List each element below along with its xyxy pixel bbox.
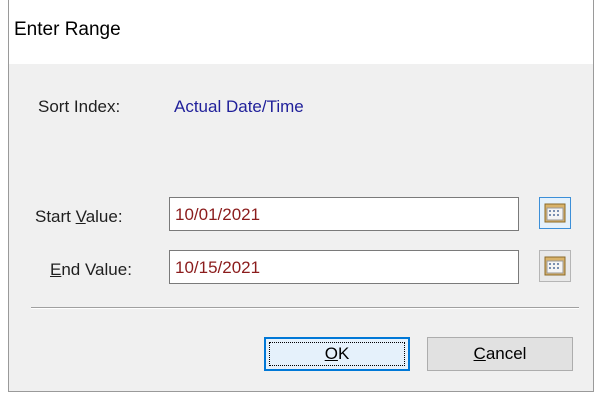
divider [31, 307, 579, 309]
window-title: Enter Range [14, 19, 121, 40]
focus-ring [269, 342, 405, 366]
end-date-picker-button[interactable] [539, 250, 571, 282]
end-value-label: End Value: [50, 260, 132, 279]
enter-range-dialog: Enter Range Sort Index: Actual Date/Time… [8, 0, 594, 392]
start-date-picker-button[interactable] [539, 197, 571, 229]
cancel-button[interactable]: Cancel [427, 337, 573, 371]
sort-index-label: Sort Index: [38, 97, 121, 116]
end-value-field[interactable]: 10/15/2021 [169, 250, 519, 284]
start-value-label: Start Value: [35, 207, 123, 226]
title-bar: Enter Range [9, 0, 593, 64]
cancel-button-label: Cancel [473, 344, 527, 363]
start-value-field[interactable]: 10/01/2021 [169, 197, 519, 231]
ok-button[interactable]: OK [264, 337, 410, 371]
sort-index-value: Actual Date/Time [174, 97, 304, 116]
calendar-icon [544, 256, 566, 276]
calendar-icon [544, 203, 566, 223]
